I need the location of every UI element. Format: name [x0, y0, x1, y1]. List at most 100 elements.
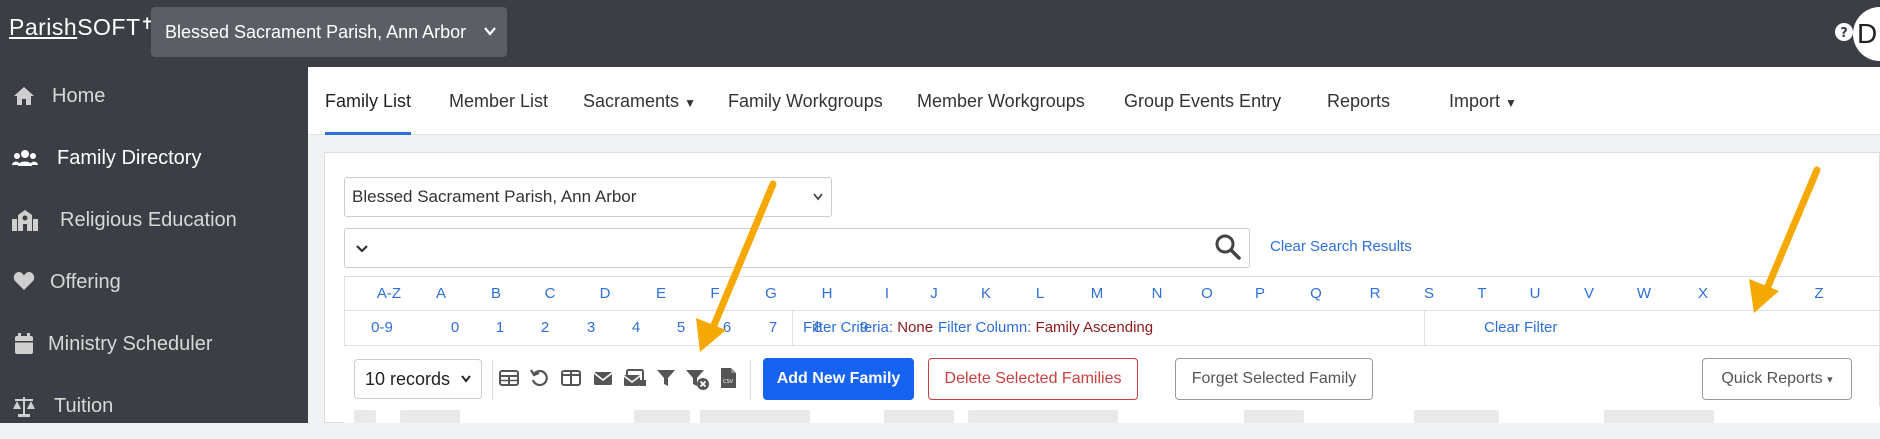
- digit-link-9[interactable]: 9: [858, 319, 870, 336]
- alpha-link-z[interactable]: Z: [1811, 285, 1827, 302]
- table-icon[interactable]: [498, 367, 522, 391]
- csv-file-icon[interactable]: CSV: [718, 367, 742, 391]
- forget-selected-family-button[interactable]: Forget Selected Family: [1175, 358, 1373, 400]
- table-header-cell: [1414, 410, 1499, 423]
- alpha-link-i[interactable]: I: [879, 285, 895, 302]
- alpha-link-d[interactable]: D: [597, 285, 613, 302]
- alpha-link-y[interactable]: Y: [1756, 285, 1772, 302]
- delete-selected-families-button[interactable]: Delete Selected Families: [928, 358, 1138, 400]
- divider: [1424, 311, 1425, 346]
- sidebar-item-label: Religious Education: [60, 209, 237, 231]
- sidebar-item-family-directory[interactable]: Family Directory: [0, 129, 308, 191]
- sidebar: Home Family Directory Religious Educatio…: [0, 67, 308, 423]
- alpha-link-h[interactable]: H: [819, 285, 835, 302]
- sidebar-item-label: Home: [52, 85, 106, 107]
- sidebar-item-label: Family Directory: [57, 147, 202, 169]
- alpha-link-x[interactable]: X: [1695, 285, 1711, 302]
- divider: [492, 360, 493, 400]
- alphabet-filter-row: A-Z A B C D E F G H I J K L M N O P Q R S T U V W X Y Z: [344, 276, 1880, 311]
- table-header-cell: [400, 410, 460, 423]
- sidebar-item-religious-education[interactable]: Religious Education: [0, 191, 308, 253]
- alpha-link-w[interactable]: W: [1636, 285, 1652, 302]
- parish-dropdown-value: Blessed Sacrament Parish, Ann Arbor: [352, 187, 637, 206]
- alpha-link-r[interactable]: R: [1367, 285, 1383, 302]
- alpha-link-q[interactable]: Q: [1308, 285, 1324, 302]
- avatar-initial: D: [1857, 18, 1878, 49]
- divider: [750, 360, 751, 400]
- table-header-cell: [884, 410, 954, 423]
- digit-link-3[interactable]: 3: [585, 319, 597, 336]
- alpha-link-s[interactable]: S: [1421, 285, 1437, 302]
- alpha-link-n[interactable]: N: [1149, 285, 1165, 302]
- svg-text:CSV: CSV: [723, 379, 734, 385]
- alpha-link-k[interactable]: K: [978, 285, 994, 302]
- alpha-link-o[interactable]: O: [1199, 285, 1215, 302]
- digit-link-5[interactable]: 5: [675, 319, 687, 336]
- chevron-down-icon: [812, 178, 824, 231]
- alpha-link-c[interactable]: C: [542, 285, 558, 302]
- question-circle-icon[interactable]: ?: [1834, 22, 1854, 48]
- quick-reports-label: Quick Reports: [1721, 370, 1823, 387]
- alpha-link-m[interactable]: M: [1089, 285, 1105, 302]
- parish-selector[interactable]: Blessed Sacrament Parish, Ann Arbor: [151, 7, 507, 57]
- table-header-cell: [700, 410, 810, 423]
- filter-icon[interactable]: [655, 367, 679, 391]
- home-icon: [12, 85, 36, 109]
- envelope-icon[interactable]: [592, 367, 616, 391]
- alpha-link-j[interactable]: J: [926, 285, 942, 302]
- logo-text-2: SOFT: [77, 14, 141, 40]
- alpha-link-p[interactable]: P: [1252, 285, 1268, 302]
- add-new-family-button[interactable]: Add New Family: [763, 358, 914, 400]
- filter-column-value: Family Ascending: [1035, 319, 1154, 336]
- top-bar: ParishSOFT✝ Blessed Sacrament Parish, An…: [0, 0, 1880, 67]
- digit-link-1[interactable]: 1: [494, 319, 506, 336]
- digit-link-0[interactable]: 0: [449, 319, 461, 336]
- sidebar-item-label: Offering: [50, 271, 121, 293]
- records-per-page-select[interactable]: 10 records: [354, 359, 482, 399]
- alpha-link-e[interactable]: E: [653, 285, 669, 302]
- calendar-icon: [12, 333, 36, 357]
- records-per-page-value: 10 records: [365, 369, 451, 389]
- alpha-link-f[interactable]: F: [707, 285, 723, 302]
- clear-search-results-link[interactable]: Clear Search Results: [1270, 238, 1412, 255]
- sidebar-item-home[interactable]: Home: [0, 67, 308, 129]
- alpha-link-a[interactable]: A: [433, 285, 449, 302]
- select-all-checkbox[interactable]: [354, 410, 376, 423]
- search-box[interactable]: [344, 228, 1250, 268]
- digit-link-8[interactable]: 8: [812, 319, 824, 336]
- alpha-link-v[interactable]: V: [1581, 285, 1597, 302]
- table-header-cell: [968, 410, 1118, 423]
- digit-link-7[interactable]: 7: [767, 319, 779, 336]
- table-header-cell: [1604, 410, 1714, 423]
- search-icon[interactable]: [1213, 232, 1243, 267]
- filter-column-label: Filter Column:: [938, 319, 1032, 336]
- alpha-link-l[interactable]: L: [1032, 285, 1048, 302]
- sidebar-item-tuition[interactable]: Tuition: [0, 377, 308, 439]
- columns-icon[interactable]: [560, 367, 584, 391]
- sidebar-item-offering[interactable]: Offering: [0, 253, 308, 315]
- users-icon: [12, 147, 38, 171]
- digit-link-4[interactable]: 4: [630, 319, 642, 336]
- alpha-link-b[interactable]: B: [488, 285, 504, 302]
- user-avatar[interactable]: D: [1853, 7, 1880, 61]
- alpha-link-u[interactable]: U: [1527, 285, 1543, 302]
- table-header-strip: [344, 406, 1880, 423]
- digit-all-link[interactable]: 0-9: [369, 319, 395, 336]
- panel-content: Blessed Sacrament Parish, Ann Arbor Clea…: [308, 67, 1880, 423]
- heart-icon: [12, 271, 36, 295]
- clear-filter-link[interactable]: Clear Filter: [1484, 319, 1557, 336]
- search-options-chevron-icon[interactable]: [355, 238, 369, 262]
- quick-reports-dropdown[interactable]: Quick Reports ▾: [1702, 358, 1852, 400]
- parish-dropdown[interactable]: Blessed Sacrament Parish, Ann Arbor: [344, 177, 832, 217]
- alpha-all-link[interactable]: A-Z: [373, 285, 405, 302]
- filter-clear-icon[interactable]: [684, 367, 709, 391]
- sidebar-item-ministry-scheduler[interactable]: Ministry Scheduler: [0, 315, 308, 377]
- filter-criteria-value: None: [897, 319, 934, 336]
- alpha-link-t[interactable]: T: [1474, 285, 1490, 302]
- parishsoft-logo[interactable]: ParishSOFT✝: [9, 14, 154, 41]
- digit-link-2[interactable]: 2: [539, 319, 551, 336]
- mail-merge-icon[interactable]: [623, 367, 647, 391]
- digit-link-6[interactable]: 6: [721, 319, 733, 336]
- alpha-link-g[interactable]: G: [763, 285, 779, 302]
- undo-icon[interactable]: [529, 367, 553, 391]
